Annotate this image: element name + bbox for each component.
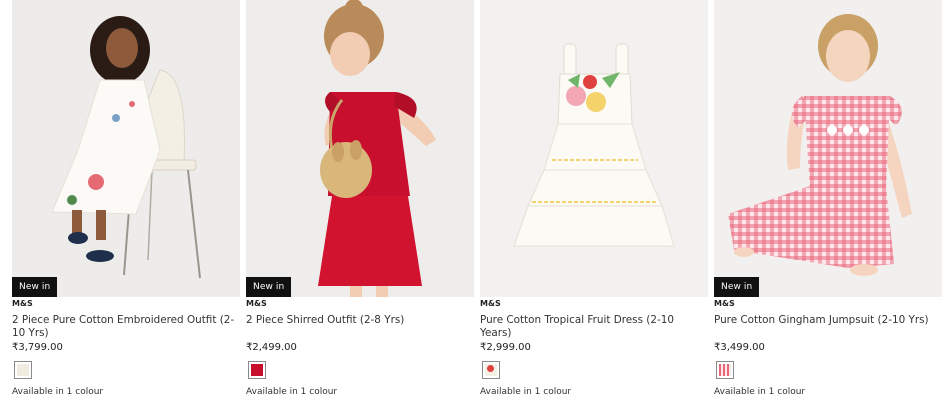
product-image-embroidered-outfit[interactable]: New in xyxy=(12,0,240,297)
swatch-fruit-dot xyxy=(487,365,494,372)
product-card[interactable]: M&S Pure Cotton Tropical Fruit Dress (2-… xyxy=(480,0,708,404)
availability-text: Available in 1 colour xyxy=(480,387,572,397)
product-price: ₹2,499.00 xyxy=(246,342,297,353)
product-price: ₹3,799.00 xyxy=(12,342,63,353)
product-card[interactable]: New in M&S Pure Cotton Gingham Jumpsuit … xyxy=(714,0,942,404)
product-brand: M&S xyxy=(480,299,501,308)
new-in-badge: New in xyxy=(714,277,760,297)
product-grid: New in M&S 2 Piece Pure Cotton Embroider… xyxy=(0,0,944,404)
product-price: ₹2,999.00 xyxy=(480,342,531,353)
product-price: ₹3,499.00 xyxy=(714,342,765,353)
product-brand: M&S xyxy=(714,299,735,308)
new-in-badge: New in xyxy=(246,277,292,297)
availability-text: Available in 1 colour xyxy=(246,387,338,397)
product-image-shirred-outfit[interactable]: New in xyxy=(246,0,474,297)
colour-swatch[interactable] xyxy=(248,361,266,379)
product-title[interactable]: Pure Cotton Tropical Fruit Dress (2-10 Y… xyxy=(480,314,708,340)
swatch-fill xyxy=(719,364,731,376)
product-title[interactable]: 2 Piece Shirred Outfit (2-8 Yrs) xyxy=(246,314,474,327)
product-title[interactable]: 2 Piece Pure Cotton Embroidered Outfit (… xyxy=(12,314,240,340)
product-brand: M&S xyxy=(12,299,33,308)
product-brand: M&S xyxy=(246,299,267,308)
swatch-fill xyxy=(17,364,29,376)
new-in-badge: New in xyxy=(12,277,58,297)
colour-swatch[interactable] xyxy=(716,361,734,379)
product-title[interactable]: Pure Cotton Gingham Jumpsuit (2-10 Yrs) xyxy=(714,314,942,327)
colour-swatch[interactable] xyxy=(14,361,32,379)
product-card[interactable]: New in M&S 2 Piece Shirred Outfit (2-8 Y… xyxy=(246,0,474,404)
swatch-fill xyxy=(485,364,497,376)
availability-text: Available in 1 colour xyxy=(714,387,806,397)
product-image-gingham-jumpsuit[interactable]: New in xyxy=(714,0,942,297)
swatch-fill xyxy=(251,364,263,376)
availability-text: Available in 1 colour xyxy=(12,387,104,397)
product-card[interactable]: New in M&S 2 Piece Pure Cotton Embroider… xyxy=(12,0,240,404)
colour-swatch[interactable] xyxy=(482,361,500,379)
product-image-tropical-fruit-dress[interactable] xyxy=(480,0,708,297)
